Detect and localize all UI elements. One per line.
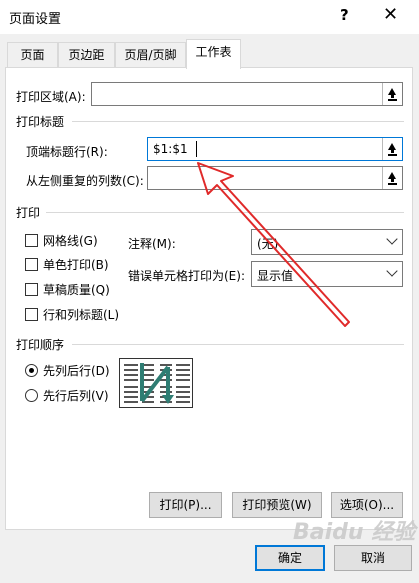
watermark: Baidu 经验: [293, 520, 416, 545]
tab-sheet[interactable]: 工作表: [186, 39, 241, 69]
annotation-arrow-icon: [197, 162, 350, 327]
